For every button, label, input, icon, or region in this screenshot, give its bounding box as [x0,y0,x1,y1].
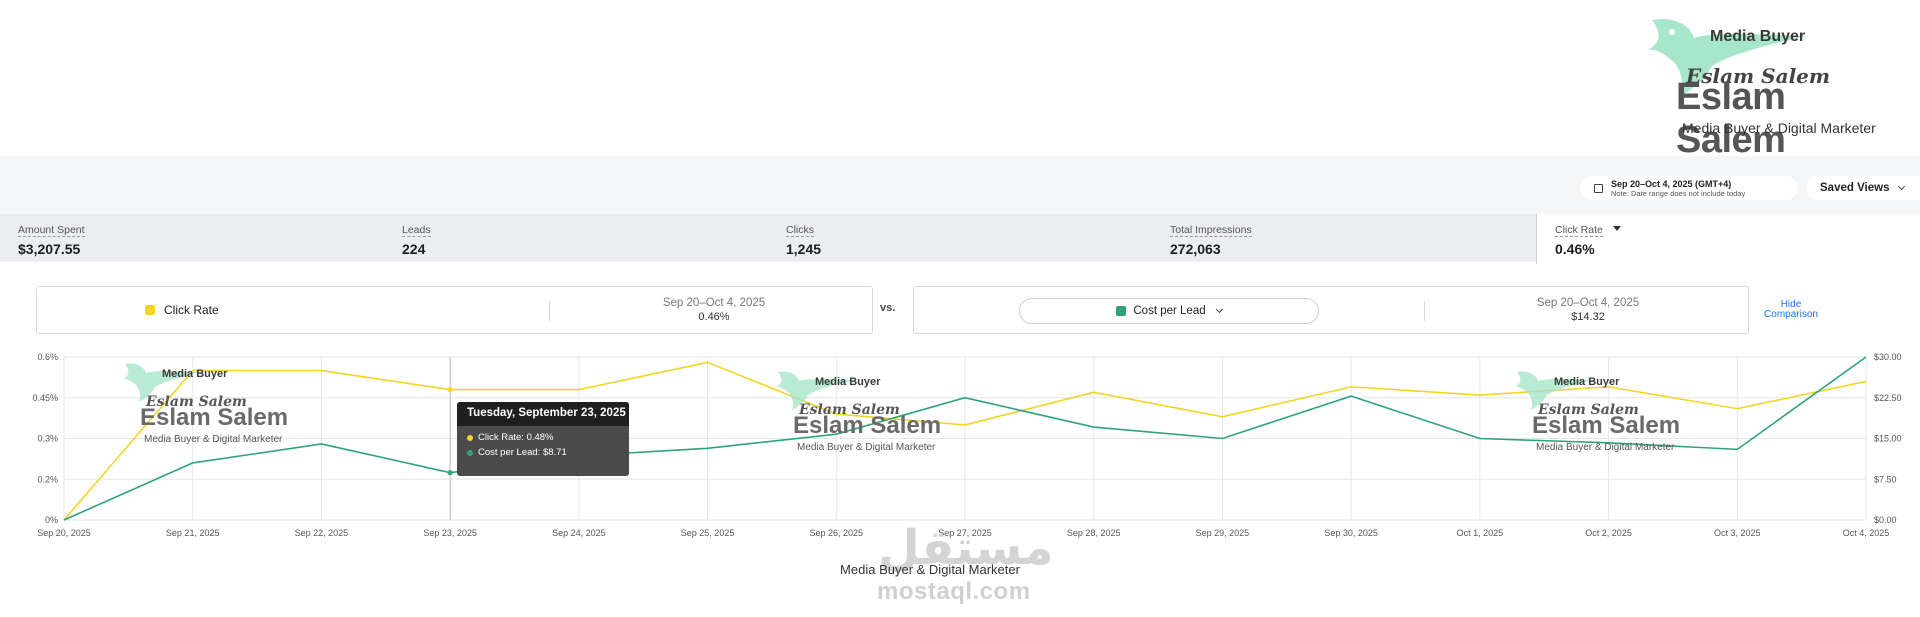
tooltip-row-click-rate: Click Rate: 0.48% [457,432,629,443]
y-right-tick-label: $30.00 [1874,352,1902,362]
date-range-picker[interactable]: Sep 20–Oct 4, 2025 (GMT+4) Note: Date ra… [1580,176,1798,200]
watermark-tagline: Media Buyer & Digital Marketer [797,442,936,453]
watermark-logo: Media Buyer Eslam Salem Eslam Salem Medi… [773,364,973,464]
click-rate-dot-icon [467,434,473,441]
data-point [447,470,453,476]
hide-comparison-line2: Comparison [1764,309,1818,320]
brand-logo: Media Buyer Eslam Salem Eslam Salem Medi… [1642,14,1902,161]
x-tick-label: Oct 2, 2025 [1585,528,1632,538]
metric-tab-clicks[interactable]: Clicks 1,245 [768,214,1152,262]
left-value: 0.46% [698,311,730,323]
footer-tagline: Media Buyer & Digital Marketer [840,562,1020,577]
brand-tagline: Media Buyer & Digital Marketer [1682,120,1876,136]
metric-label: Leads [402,224,431,237]
x-tick-label: Sep 28, 2025 [1067,528,1121,538]
date-range-label: Sep 20–Oct 4, 2025 (GMT+4) [1611,178,1732,189]
brand-name: Eslam Salem [1676,76,1786,161]
left-metric-label: Click Rate [164,303,219,317]
right-value: $14.32 [1571,311,1605,323]
y-left-tick-label: 0.3% [37,434,58,444]
right-metric-label: Cost per Lead [1133,305,1206,317]
y-left-tick-label: 0.6% [37,352,58,362]
x-tick-label: Oct 4, 2025 [1843,528,1890,538]
watermark-logo: Media Buyer Eslam Salem Eslam Salem Medi… [120,356,320,456]
chevron-down-icon [1215,305,1223,314]
click-rate-swatch [145,305,155,315]
metric-tab-click-rate[interactable]: Click Rate 0.46% [1536,214,1920,264]
data-point [447,387,453,393]
mostaql-site-watermark: mostaql.com [877,578,1031,605]
metric-tab-amount-spent[interactable]: Amount Spent $3,207.55 [0,214,384,262]
x-tick-label: Sep 20, 2025 [37,528,91,538]
watermark-name: Eslam Salem [1532,412,1681,439]
metric-label: Total Impressions [1170,224,1252,237]
x-tick-label: Sep 24, 2025 [552,528,606,538]
left-metric-legend: Click Rate [145,303,219,317]
x-tick-label: Sep 26, 2025 [810,528,864,538]
comparison-left-panel: Click Rate Sep 20–Oct 4, 2025 0.46% [36,286,873,334]
metric-value: 224 [402,241,426,257]
y-left-tick-label: 0.45% [32,393,58,403]
date-range-note: Note: Date range does not include today [1611,188,1746,198]
metric-tab-leads[interactable]: Leads 224 [384,214,768,262]
watermark-top-line: Media Buyer [1554,376,1620,388]
metric-label: Amount Spent [18,224,85,237]
watermark-top-line: Media Buyer [815,376,881,388]
x-tick-label: Sep 22, 2025 [295,528,349,538]
y-right-tick-label: $22.50 [1874,393,1902,403]
x-tick-label: Oct 1, 2025 [1457,528,1504,538]
brand-top-line: Media Buyer [1710,28,1806,45]
metric-value: $3,207.55 [18,241,81,257]
cost-per-lead-dot-icon [467,449,473,456]
tooltip-click-rate: Click Rate: 0.48% [478,432,554,443]
x-tick-label: Sep 29, 2025 [1196,528,1250,538]
divider [549,301,550,321]
chevron-down-icon [1898,182,1906,191]
watermark-name: Eslam Salem [140,404,289,431]
watermark-tagline: Media Buyer & Digital Marketer [1536,442,1675,453]
right-period: Sep 20–Oct 4, 2025 $14.32 [1468,296,1708,324]
x-tick-label: Sep 23, 2025 [423,528,477,538]
watermark-tagline: Media Buyer & Digital Marketer [144,434,283,445]
chart-tooltip: Tuesday, September 23, 2025 Click Rate: … [457,402,629,476]
vs-label: vs. [880,302,896,314]
left-period: Sep 20–Oct 4, 2025 0.46% [594,296,834,324]
y-right-tick-label: $7.50 [1874,474,1897,484]
divider [1424,301,1425,321]
hide-comparison-link[interactable]: Hide Comparison [1756,300,1826,320]
tooltip-row-cost-per-lead: Cost per Lead: $8.71 [457,447,629,458]
metric-value: 272,063 [1170,241,1221,257]
y-left-tick-label: 0% [45,515,58,525]
y-right-tick-label: $15.00 [1874,434,1902,444]
caret-down-icon[interactable] [1613,226,1622,232]
y-right-tick-label: $0.00 [1874,515,1897,525]
tooltip-date: Tuesday, September 23, 2025 [457,402,629,426]
calendar-icon [1594,183,1603,193]
x-tick-label: Oct 3, 2025 [1714,528,1761,538]
saved-views-label: Saved Views [1820,182,1890,194]
compare-metric-dropdown[interactable]: Cost per Lead [1019,298,1319,324]
cost-per-lead-swatch [1116,306,1127,316]
metric-label: Clicks [786,224,814,237]
metric-value: 0.46% [1555,241,1595,257]
metric-tab-total-impressions[interactable]: Total Impressions 272,063 [1152,214,1536,262]
metric-value: 1,245 [786,241,822,257]
right-date: Sep 20–Oct 4, 2025 [1536,297,1640,309]
metric-tabs: Amount Spent $3,207.55 Leads 224 Clicks … [0,214,1920,264]
x-tick-label: Sep 30, 2025 [1324,528,1378,538]
tooltip-cost-per-lead: Cost per Lead: $8.71 [478,447,567,458]
watermark-top-line: Media Buyer [162,368,228,380]
x-tick-label: Sep 21, 2025 [166,528,220,538]
comparison-right-panel: Cost per Lead Sep 20–Oct 4, 2025 $14.32 [913,286,1749,334]
watermark-name: Eslam Salem [793,412,942,439]
y-left-tick-label: 0.2% [37,474,58,484]
watermark-logo: Media Buyer Eslam Salem Eslam Salem Medi… [1512,364,1712,464]
metric-label: Click Rate [1555,224,1603,237]
left-date: Sep 20–Oct 4, 2025 [662,297,766,309]
saved-views-button[interactable]: Saved Views [1806,176,1920,200]
x-tick-label: Sep 25, 2025 [681,528,735,538]
